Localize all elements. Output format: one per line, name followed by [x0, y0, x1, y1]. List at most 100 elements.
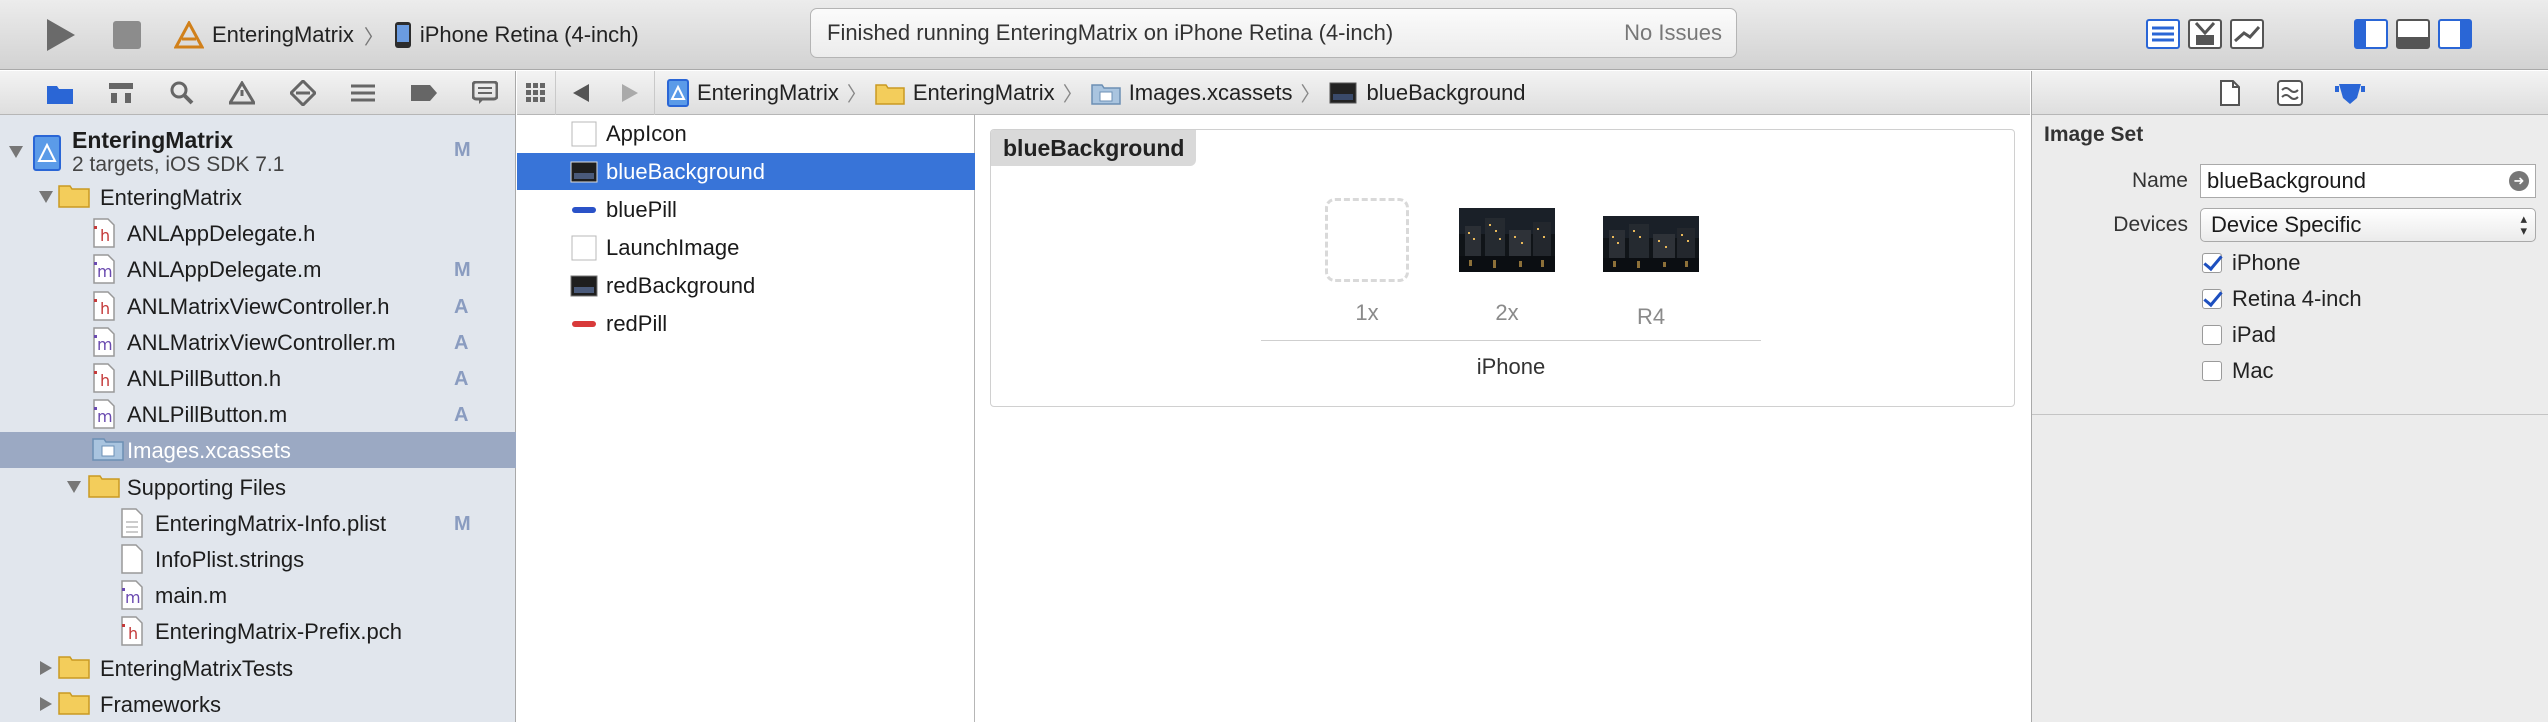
stop-button[interactable]: [104, 12, 150, 58]
slot-2x[interactable]: 2x: [1458, 198, 1556, 326]
tree-row[interactable]: h EnteringMatrix-Prefix.pch: [0, 613, 516, 649]
tree-row[interactable]: m main.m: [0, 577, 516, 613]
chevron-right-icon: 〉: [846, 84, 867, 106]
log-navigator-tab[interactable]: [454, 71, 515, 115]
folder-icon: [88, 472, 120, 498]
asset-row-appicon[interactable]: AppIcon: [517, 115, 975, 152]
toggle-utilities-button[interactable]: [2434, 16, 2476, 52]
version-editor-button[interactable]: [2226, 16, 2268, 52]
attributes-inspector-tab[interactable]: [2332, 75, 2368, 111]
tree-row[interactable]: m ANLAppDelegate.m M: [0, 251, 516, 287]
related-items-button[interactable]: [517, 82, 555, 103]
test-navigator-tab[interactable]: [273, 71, 334, 115]
chevron-right-icon: 〉: [1062, 84, 1083, 106]
inspector-section-title: Image Set: [2044, 123, 2144, 146]
file-inspector-tab[interactable]: [2212, 75, 2248, 111]
red-pill-icon: [569, 310, 599, 338]
tree-row[interactable]: Images.xcassets: [0, 432, 516, 469]
disclosure-closed-icon[interactable]: [38, 696, 54, 712]
svg-text:h: h: [100, 371, 110, 390]
tree-row[interactable]: EnteringMatrix: [0, 179, 516, 215]
checkbox-box[interactable]: [2202, 325, 2222, 345]
project-navigator-tab[interactable]: [30, 71, 91, 115]
toggle-navigator-button[interactable]: [2350, 16, 2392, 52]
scm-status-badge: A: [454, 331, 469, 354]
disclosure-open-icon[interactable]: [38, 189, 54, 205]
issues-status[interactable]: No Issues: [1624, 20, 1722, 46]
checkbox-box[interactable]: [2202, 289, 2222, 309]
tree-row[interactable]: Supporting Files: [0, 469, 516, 505]
utilities-inspector: Image Set Name blueBackground ➜ Devices …: [2031, 71, 2548, 722]
checkbox-box[interactable]: [2202, 253, 2222, 273]
run-button[interactable]: [34, 10, 84, 60]
scm-status-badge: M: [454, 512, 471, 535]
find-navigator-tab[interactable]: [151, 71, 212, 115]
slot-label: R4: [1636, 304, 1666, 329]
tree-row[interactable]: m ANLMatrixViewController.m A: [0, 324, 516, 360]
tree-row-project[interactable]: EnteringMatrix 2 targets, iOS SDK 7.1 M: [0, 125, 516, 179]
header-file-icon: h: [92, 363, 116, 393]
checkbox-iphone[interactable]: iPhone: [2202, 248, 2301, 278]
symbol-navigator-tab[interactable]: [91, 71, 152, 115]
tree-row[interactable]: h ANLAppDelegate.h: [0, 215, 516, 251]
asset-label: AppIcon: [606, 120, 687, 146]
breakpoint-icon: [411, 84, 438, 101]
tree-row[interactable]: h ANLMatrixViewController.h A: [0, 288, 516, 324]
disclosure-open-icon[interactable]: [8, 144, 24, 160]
navigator-panel-icon: [2354, 19, 2388, 49]
tree-row-label: EnteringMatrixTests: [100, 655, 294, 681]
disclosure-closed-icon[interactable]: [38, 660, 54, 676]
assistant-editor-button[interactable]: [2184, 16, 2226, 52]
arrow-right-circle-icon[interactable]: ➜: [2509, 171, 2529, 191]
name-field[interactable]: blueBackground ➜: [2200, 164, 2536, 198]
crumb-xcassets[interactable]: Images.xcassets: [1090, 80, 1293, 106]
checkbox-box[interactable]: [2202, 361, 2222, 381]
checkbox-label: iPad: [2232, 322, 2277, 347]
asset-row-bluebackground[interactable]: blueBackground: [517, 153, 975, 190]
slot-label: 1x: [1355, 300, 1379, 325]
scm-status-badge: A: [454, 368, 469, 390]
disclosure-open-icon[interactable]: [66, 479, 82, 495]
issue-navigator-tab[interactable]: [212, 71, 273, 115]
tree-row[interactable]: h ANLPillButton.h A: [0, 360, 516, 396]
tree-row[interactable]: Frameworks: [0, 686, 516, 722]
tree-row[interactable]: EnteringMatrix-Info.plist M: [0, 505, 516, 541]
breakpoint-navigator-tab[interactable]: [394, 71, 455, 115]
empty-slot-well[interactable]: [1325, 198, 1409, 282]
quick-help-tab[interactable]: [2272, 75, 2308, 111]
imageset-icon: [569, 272, 599, 300]
forward-button[interactable]: [605, 70, 655, 115]
toolbar: EnteringMatrix 〉 iPhone Retina (4-inch) …: [0, 0, 2548, 70]
slot-r4[interactable]: R4: [1602, 198, 1700, 330]
asset-row-redpill[interactable]: redPill: [517, 305, 975, 342]
tree-row[interactable]: InfoPlist.strings: [0, 541, 516, 577]
tree-row-label: Supporting Files: [127, 474, 286, 500]
activity-viewer: Finished running EnteringMatrix on iPhon…: [810, 8, 1737, 58]
standard-editor-button[interactable]: [2142, 16, 2184, 52]
back-button[interactable]: [555, 70, 605, 115]
device-group-divider: [1261, 340, 1761, 341]
source-file-icon: m: [92, 399, 116, 429]
asset-row-bluepill[interactable]: bluePill: [517, 191, 975, 228]
scm-status-badge: M: [454, 259, 471, 282]
toggle-debug-area-button[interactable]: [2392, 16, 2434, 52]
checkbox-ipad[interactable]: iPad: [2202, 320, 2276, 350]
tree-row[interactable]: EnteringMatrixTests: [0, 650, 516, 686]
debug-navigator-tab[interactable]: [333, 71, 394, 115]
slot-label: 2x: [1495, 300, 1519, 325]
asset-row-redbackground[interactable]: redBackground: [517, 267, 975, 304]
svg-text:m: m: [97, 262, 113, 281]
crumb-project[interactable]: EnteringMatrix: [667, 78, 839, 107]
slot-1x[interactable]: 1x: [1318, 198, 1416, 326]
scheme-selector[interactable]: EnteringMatrix 〉 iPhone Retina (4-inch): [174, 12, 639, 58]
crumb-imageset[interactable]: blueBackground: [1329, 80, 1526, 106]
asset-label: redBackground: [606, 272, 756, 298]
crumb-group[interactable]: EnteringMatrix: [875, 80, 1055, 106]
asset-row-launchimage[interactable]: LaunchImage: [517, 229, 975, 266]
checkbox-label: iPhone: [2232, 250, 2301, 275]
navigator-selector-bar: [0, 71, 515, 115]
devices-select[interactable]: Device Specific ▴ ▾: [2200, 208, 2536, 242]
checkbox-retina-4-inch[interactable]: Retina 4-inch: [2202, 284, 2362, 314]
tree-row[interactable]: m ANLPillButton.m A: [0, 396, 516, 432]
checkbox-mac[interactable]: Mac: [2202, 356, 2274, 386]
